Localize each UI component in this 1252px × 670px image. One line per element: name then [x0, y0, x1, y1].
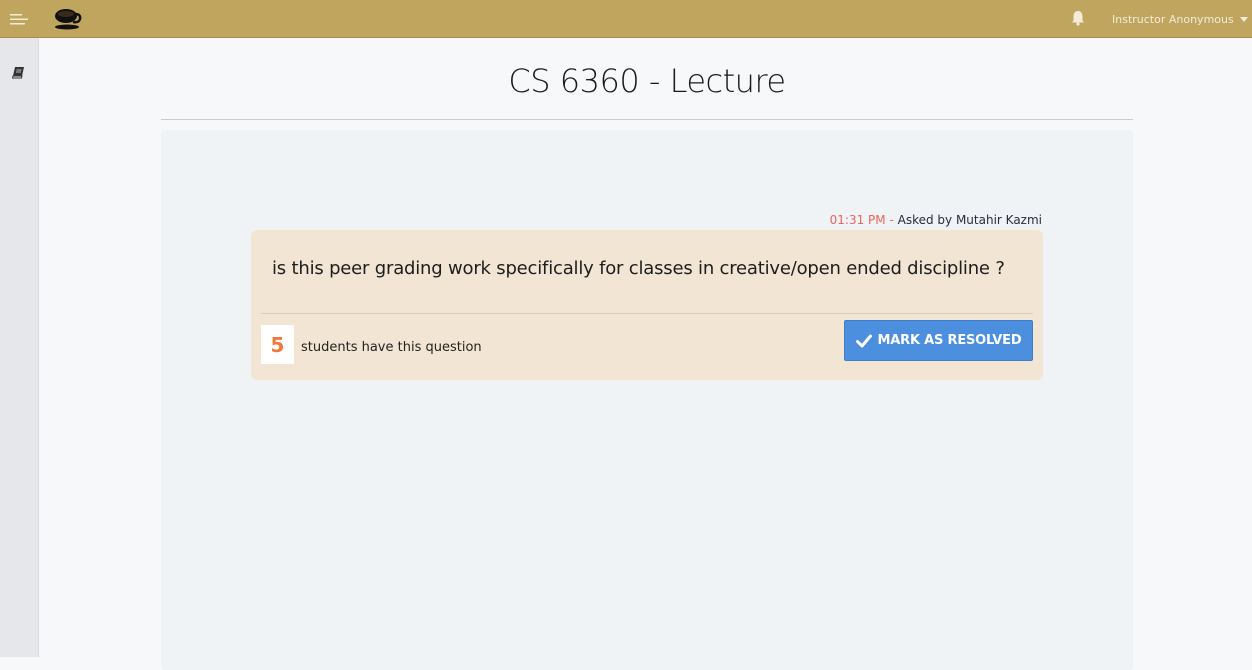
student-count-badge: 5 — [261, 325, 294, 364]
user-name: Instructor Anonymous — [1112, 12, 1234, 26]
coffee-cup-logo-icon[interactable] — [54, 6, 82, 32]
page-title: CS 6360 - Lecture — [508, 62, 786, 100]
user-menu-dropdown[interactable]: Instructor Anonymous — [1112, 0, 1248, 38]
question-text: is this peer grading work specifically f… — [272, 258, 1005, 279]
mark-as-resolved-label: MARK AS RESOLVED — [877, 333, 1022, 348]
meta-separator: - — [885, 213, 898, 227]
asked-by: Asked by Mutahir Kazmi — [897, 213, 1042, 227]
question-card: is this peer grading work specifically f… — [251, 230, 1043, 380]
title-divider — [161, 119, 1133, 120]
question-meta: 01:31 PM - Asked by Mutahir Kazmi — [830, 213, 1042, 227]
top-navbar: Instructor Anonymous — [0, 0, 1252, 38]
caret-down-icon — [1239, 17, 1248, 22]
mark-as-resolved-button[interactable]: MARK AS RESOLVED — [844, 320, 1033, 361]
book-icon[interactable] — [12, 66, 25, 79]
hamburger-icon[interactable] — [10, 12, 28, 26]
card-divider — [261, 313, 1033, 314]
questions-panel — [161, 130, 1133, 670]
question-time: 01:31 PM — [829, 213, 886, 227]
sidebar — [0, 38, 39, 657]
bell-icon[interactable] — [1071, 10, 1085, 26]
checkmark-icon — [855, 334, 872, 347]
student-count-label: students have this question — [301, 340, 482, 355]
